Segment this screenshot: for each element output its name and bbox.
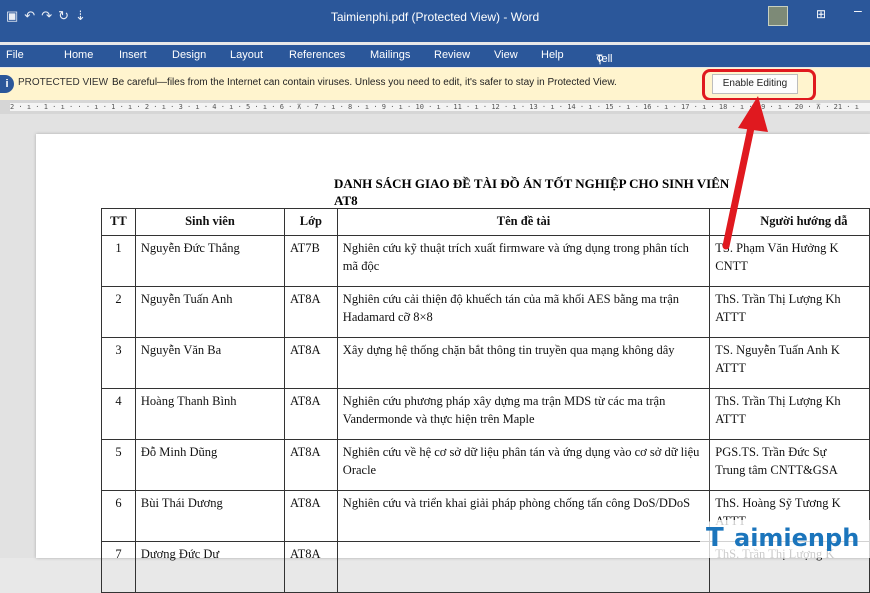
advisor-line-1: ThS. Trần Thị Lượng Kh	[715, 394, 841, 408]
cell-advisor: ThS. Trần Thị Lượng Kh ATTT	[709, 388, 870, 440]
header-class: Lớp	[284, 208, 338, 236]
cell-class: AT8A	[284, 541, 338, 593]
cell-name: Đỗ Minh Dũng	[134, 439, 286, 491]
table-row: 3 Nguyễn Văn Ba AT8A Xây dựng hệ thống c…	[101, 337, 870, 389]
cell-topic	[336, 541, 711, 593]
cell-tt: 5	[101, 439, 136, 491]
advisor-line-2: ATTT	[715, 310, 746, 324]
document-subtitle: AT8	[334, 193, 358, 208]
cell-name: Nguyễn Văn Ba	[134, 337, 286, 389]
taimienphi-watermark: T aimienph	[700, 520, 870, 558]
window-title: Taimienphi.pdf (Protected View) - Word	[330, 10, 540, 24]
ribbon-display-options-icon[interactable]: ⊞	[816, 7, 826, 21]
cell-name: Nguyễn Đức Thắng	[134, 235, 286, 287]
header-tt: TT	[101, 208, 136, 236]
table-header-row: TT Sinh viên Lớp Tên đề tài Người hướng …	[101, 208, 870, 236]
advisor-line-1: TS. Phạm Văn Hưởng K	[715, 241, 839, 255]
horizontal-ruler[interactable]: 2 · ı · 1 · ı · · · ı · 1 · ı · 2 · ı · …	[0, 100, 870, 114]
advisor-line-1: TS. Nguyễn Tuấn Anh K	[715, 343, 840, 357]
document-title: DANH SÁCH GIAO ĐỀ TÀI ĐỒ ÁN TỐT NGHIỆP C…	[334, 176, 730, 191]
advisor-line-2: ATTT	[715, 361, 746, 375]
watermark-logo: T	[706, 523, 724, 553]
cell-class: AT7B	[284, 235, 338, 287]
cell-class: AT8A	[284, 337, 338, 389]
watermark-text: aimienph	[734, 524, 860, 552]
cell-topic: Xây dựng hệ thống chặn bắt thông tin tru…	[336, 337, 711, 389]
cell-tt: 6	[101, 490, 136, 542]
account-avatar[interactable]	[768, 6, 788, 26]
tab-file[interactable]: File	[6, 49, 24, 61]
cell-tt: 2	[101, 286, 136, 338]
tab-help[interactable]: Help	[541, 49, 564, 61]
cell-name: Hoàng Thanh Bình	[134, 388, 286, 440]
protected-view-message: PROTECTED VIEW Be careful—files from the …	[18, 77, 617, 88]
cell-class: AT8A	[284, 388, 338, 440]
cell-advisor: TS. Nguyễn Tuấn Anh K ATTT	[709, 337, 870, 389]
tab-review[interactable]: Review	[434, 49, 470, 61]
tab-references[interactable]: References	[289, 49, 345, 61]
cell-advisor: PGS.TS. Trần Đức Sự Trung tâm CNTT&GSA	[709, 439, 870, 491]
protected-view-text: Be careful—files from the Internet can c…	[112, 77, 617, 88]
cell-tt: 3	[101, 337, 136, 389]
cell-name: Bùi Thái Dương	[134, 490, 286, 542]
cell-topic: Nghiên cứu phương pháp xây dựng ma trận …	[336, 388, 711, 440]
advisor-line-1: ThS. Trần Thị Lượng Kh	[715, 292, 841, 306]
tab-home[interactable]: Home	[64, 49, 93, 61]
tab-view[interactable]: View	[494, 49, 518, 61]
ribbon-tabs: File Home Insert Design Layout Reference…	[0, 45, 870, 137]
cell-tt: 1	[101, 235, 136, 287]
cell-advisor: TS. Phạm Văn Hưởng K CNTT	[709, 235, 870, 287]
table-row: 5 Đỗ Minh Dũng AT8A Nghiên cứu về hệ cơ …	[101, 439, 870, 491]
advisor-line-2: Trung tâm CNTT&GSA	[715, 463, 838, 477]
cell-name: Dương Đức Dư	[134, 541, 286, 593]
minimize-button[interactable]: –	[854, 2, 862, 18]
cell-name: Nguyễn Tuấn Anh	[134, 286, 286, 338]
cell-class: AT8A	[284, 439, 338, 491]
cell-topic: Nghiên cứu cải thiện độ khuếch tán của m…	[336, 286, 711, 338]
title-bar: ▣↶↷↻⇣ Taimienphi.pdf (Protected View) - …	[0, 0, 870, 42]
header-student: Sinh viên	[134, 208, 286, 236]
header-advisor: Người hướng dẫ	[709, 208, 870, 236]
advisor-line-1: PGS.TS. Trần Đức Sự	[715, 445, 827, 459]
table-row: 2 Nguyễn Tuấn Anh AT8A Nghiên cứu cải th…	[101, 286, 870, 338]
cell-topic: Nghiên cứu và triển khai giải pháp phòng…	[336, 490, 711, 542]
cell-advisor: ThS. Trần Thị Lượng Kh ATTT	[709, 286, 870, 338]
cell-tt: 7	[101, 541, 136, 593]
cell-tt: 4	[101, 388, 136, 440]
advisor-line-2: CNTT	[715, 259, 748, 273]
table-row: 4 Hoàng Thanh Bình AT8A Nghiên cứu phươn…	[101, 388, 870, 440]
table-row: 1 Nguyễn Đức Thắng AT7B Nghiên cứu kỹ th…	[101, 235, 870, 287]
tab-insert[interactable]: Insert	[119, 49, 147, 61]
header-topic: Tên đề tài	[336, 208, 711, 236]
ruler-scale: 2 · ı · 1 · ı · · · ı · 1 · ı · 2 · ı · …	[10, 103, 870, 111]
cell-topic: Nghiên cứu về hệ cơ sở dữ liệu phân tán …	[336, 439, 711, 491]
highlight-box	[702, 69, 816, 101]
cell-class: AT8A	[284, 286, 338, 338]
tab-design[interactable]: Design	[172, 49, 206, 61]
cell-class: AT8A	[284, 490, 338, 542]
protected-view-label: PROTECTED VIEW	[18, 77, 109, 88]
tab-mailings[interactable]: Mailings	[370, 49, 410, 61]
cell-topic: Nghiên cứu kỹ thuật trích xuất firmware …	[336, 235, 711, 287]
advisor-line-1: ThS. Hoàng Sỹ Tương K	[715, 496, 841, 510]
info-icon: i	[0, 75, 14, 93]
advisor-line-2: ATTT	[715, 412, 746, 426]
tab-layout[interactable]: Layout	[230, 49, 263, 61]
